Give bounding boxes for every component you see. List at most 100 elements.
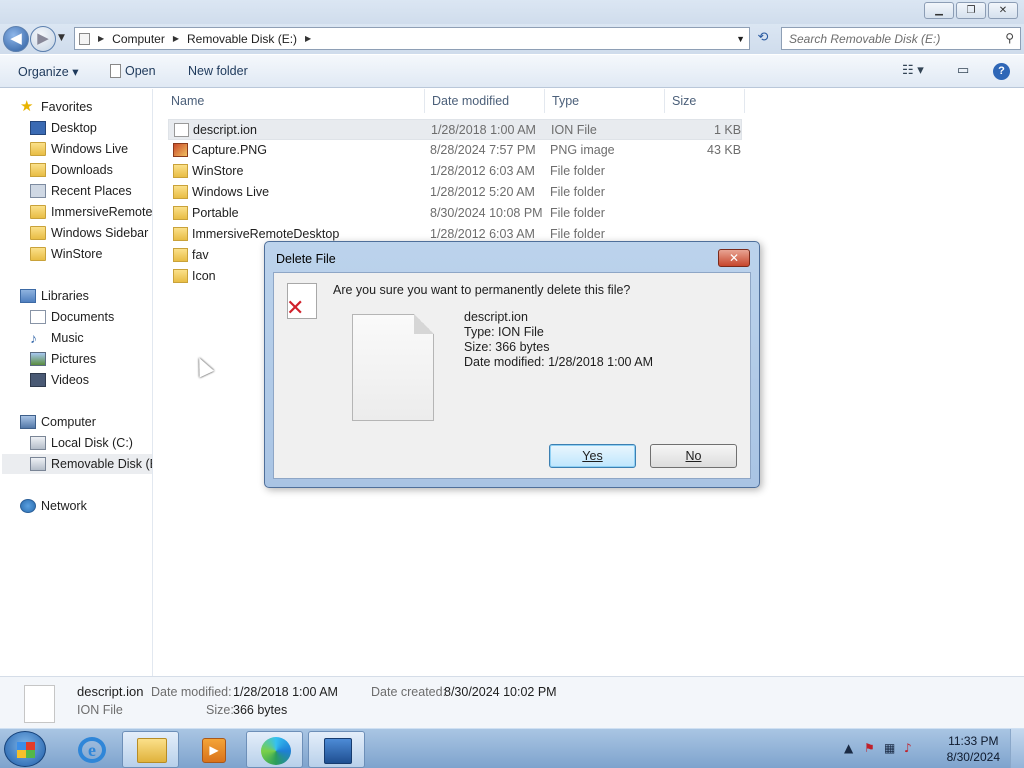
new-folder-button[interactable]: New folder — [188, 64, 248, 78]
desktop-icon — [30, 121, 46, 135]
search-box[interactable]: ⚲ — [781, 27, 1021, 50]
details-size-value: 366 bytes — [233, 703, 288, 717]
column-separator[interactable] — [544, 89, 545, 113]
clock[interactable]: 11:33 PM 8/30/2024 — [947, 733, 1000, 765]
sidebar-item-windows-sidebar[interactable]: Windows Sidebar — [30, 223, 148, 243]
dialog-file-name: descript.ion — [464, 310, 528, 324]
taskbar-media-player[interactable]: ▶ — [184, 731, 241, 768]
sidebar-item-network[interactable]: Network — [20, 496, 87, 516]
window-titlebar: ▁ ❐ ✕ — [0, 0, 1024, 26]
table-row[interactable]: Portable 8/30/2024 10:08 PM File folder — [168, 203, 742, 224]
dialog-close-button[interactable]: ✕ — [718, 249, 750, 267]
network-tray-icon[interactable]: ▦ — [884, 741, 895, 755]
table-row[interactable]: WinStore 1/28/2012 6:03 AM File folder — [168, 161, 742, 182]
table-row[interactable]: Windows Live 1/28/2012 5:20 AM File fold… — [168, 182, 742, 203]
file-date: 1/28/2012 6:03 AM — [430, 227, 535, 241]
sidebar-item-label: Music — [51, 331, 84, 345]
start-button[interactable] — [4, 731, 46, 767]
sidebar-item-winstore[interactable]: WinStore — [30, 244, 102, 264]
taskbar-internet-explorer[interactable]: e — [62, 731, 119, 768]
column-header-size[interactable]: Size — [672, 94, 696, 108]
forward-arrow-icon: ▶ — [37, 29, 49, 47]
sidebar-item-immersive-remote[interactable]: ImmersiveRemoteD — [30, 202, 152, 222]
system-tray: ▲ ⚑ ▦ ♪ 11:33 PM 8/30/2024 — [834, 729, 1024, 768]
folder-icon — [173, 185, 188, 199]
breadcrumb-computer[interactable]: Computer — [112, 32, 165, 46]
sidebar-item-documents[interactable]: Documents — [30, 307, 114, 327]
internet-explorer-icon: e — [78, 737, 106, 763]
sidebar-item-music[interactable]: ♪ Music — [30, 328, 84, 348]
computer-icon — [20, 415, 36, 429]
taskbar-app[interactable] — [308, 731, 365, 768]
local-disk-icon — [30, 436, 46, 450]
help-icon[interactable]: ? — [993, 63, 1010, 80]
sidebar-item-windows-live[interactable]: Windows Live — [30, 139, 128, 159]
sidebar-item-removable-disk[interactable]: Removable Disk (E: — [2, 454, 153, 474]
table-row[interactable]: Capture.PNG 8/28/2024 7:57 PM PNG image … — [168, 140, 742, 161]
organize-button[interactable]: Organize ▾ — [18, 64, 78, 79]
sidebar-item-label: Desktop — [51, 121, 97, 135]
sidebar-item-label: Removable Disk (E: — [51, 457, 153, 471]
search-icon[interactable]: ⚲ — [1005, 31, 1014, 45]
sidebar-item-recent-places[interactable]: Recent Places — [30, 181, 132, 201]
column-header-date[interactable]: Date modified — [432, 94, 509, 108]
taskbar-edge[interactable] — [246, 731, 303, 768]
breadcrumb-arrow-icon[interactable]: ▶ — [305, 34, 311, 43]
view-options-icon[interactable]: ☷ ▾ — [902, 62, 924, 78]
breadcrumb-removable-disk[interactable]: Removable Disk (E:) — [187, 32, 297, 46]
sidebar-item-pictures[interactable]: Pictures — [30, 349, 96, 369]
column-header-type[interactable]: Type — [552, 94, 579, 108]
png-icon — [173, 143, 188, 157]
edge-browser-icon — [261, 737, 291, 765]
back-button[interactable]: ◀ — [3, 26, 29, 52]
sidebar-item-downloads[interactable]: Downloads — [30, 160, 113, 180]
file-icon — [110, 64, 121, 78]
maximize-button[interactable]: ❐ — [956, 2, 986, 19]
column-separator[interactable] — [424, 89, 425, 113]
column-separator[interactable] — [744, 89, 745, 113]
show-desktop-button[interactable] — [1010, 729, 1024, 768]
refresh-button[interactable]: ⟲ — [752, 28, 774, 49]
folder-icon — [173, 206, 188, 220]
minimize-button[interactable]: ▁ — [924, 2, 954, 19]
file-type: File folder — [550, 185, 605, 199]
libraries-icon — [20, 289, 36, 303]
address-dropdown-icon[interactable]: ▼ — [736, 34, 745, 44]
pictures-icon — [30, 352, 46, 366]
address-bar[interactable]: ▶ Computer ▶ Removable Disk (E:) ▶ ▼ — [74, 27, 750, 50]
sidebar-item-libraries[interactable]: Libraries — [20, 286, 89, 306]
delete-file-dialog: Delete File ✕ ✕ Are you sure you want to… — [264, 241, 760, 488]
sidebar-item-computer[interactable]: Computer — [20, 412, 96, 432]
column-separator[interactable] — [664, 89, 665, 113]
table-row[interactable]: descript.ion 1/28/2018 1:00 AM ION File … — [168, 119, 742, 140]
folder-icon — [173, 269, 188, 283]
breadcrumb-arrow-icon[interactable]: ▶ — [98, 34, 104, 43]
windows-explorer-icon — [137, 738, 167, 763]
dialog-title: Delete File — [276, 252, 336, 266]
action-center-icon[interactable]: ⚑ — [864, 741, 875, 755]
open-button[interactable]: Open — [110, 64, 156, 78]
forward-button[interactable]: ▶ — [30, 26, 56, 52]
sidebar-item-videos[interactable]: Videos — [30, 370, 89, 390]
sidebar-item-desktop[interactable]: Desktop — [30, 118, 97, 138]
volume-muted-icon[interactable]: ♪ — [904, 741, 912, 755]
preview-pane-icon[interactable]: ▭ — [957, 62, 969, 78]
yes-button[interactable]: Yes — [549, 444, 636, 468]
search-input[interactable] — [782, 28, 992, 49]
sidebar-item-label: Local Disk (C:) — [51, 436, 133, 450]
sidebar-item-favorites[interactable]: ★ Favorites — [20, 97, 92, 117]
taskbar-windows-explorer[interactable] — [122, 731, 179, 768]
details-size-label: Size: — [206, 703, 234, 717]
file-name: descript.ion — [193, 123, 257, 137]
close-window-button[interactable]: ✕ — [988, 2, 1018, 19]
column-header-name[interactable]: Name — [171, 94, 204, 108]
page-fold-icon — [414, 314, 434, 334]
file-size: 1 KB — [714, 123, 742, 137]
recent-pages-dropdown[interactable]: ▼ — [58, 33, 65, 43]
no-button[interactable]: No — [650, 444, 737, 468]
sidebar-item-local-disk[interactable]: Local Disk (C:) — [30, 433, 133, 453]
file-date: 8/28/2024 7:57 PM — [430, 143, 536, 157]
show-hidden-icons-icon[interactable]: ▲ — [844, 741, 853, 755]
videos-icon — [30, 373, 46, 387]
breadcrumb-arrow-icon[interactable]: ▶ — [173, 34, 179, 43]
